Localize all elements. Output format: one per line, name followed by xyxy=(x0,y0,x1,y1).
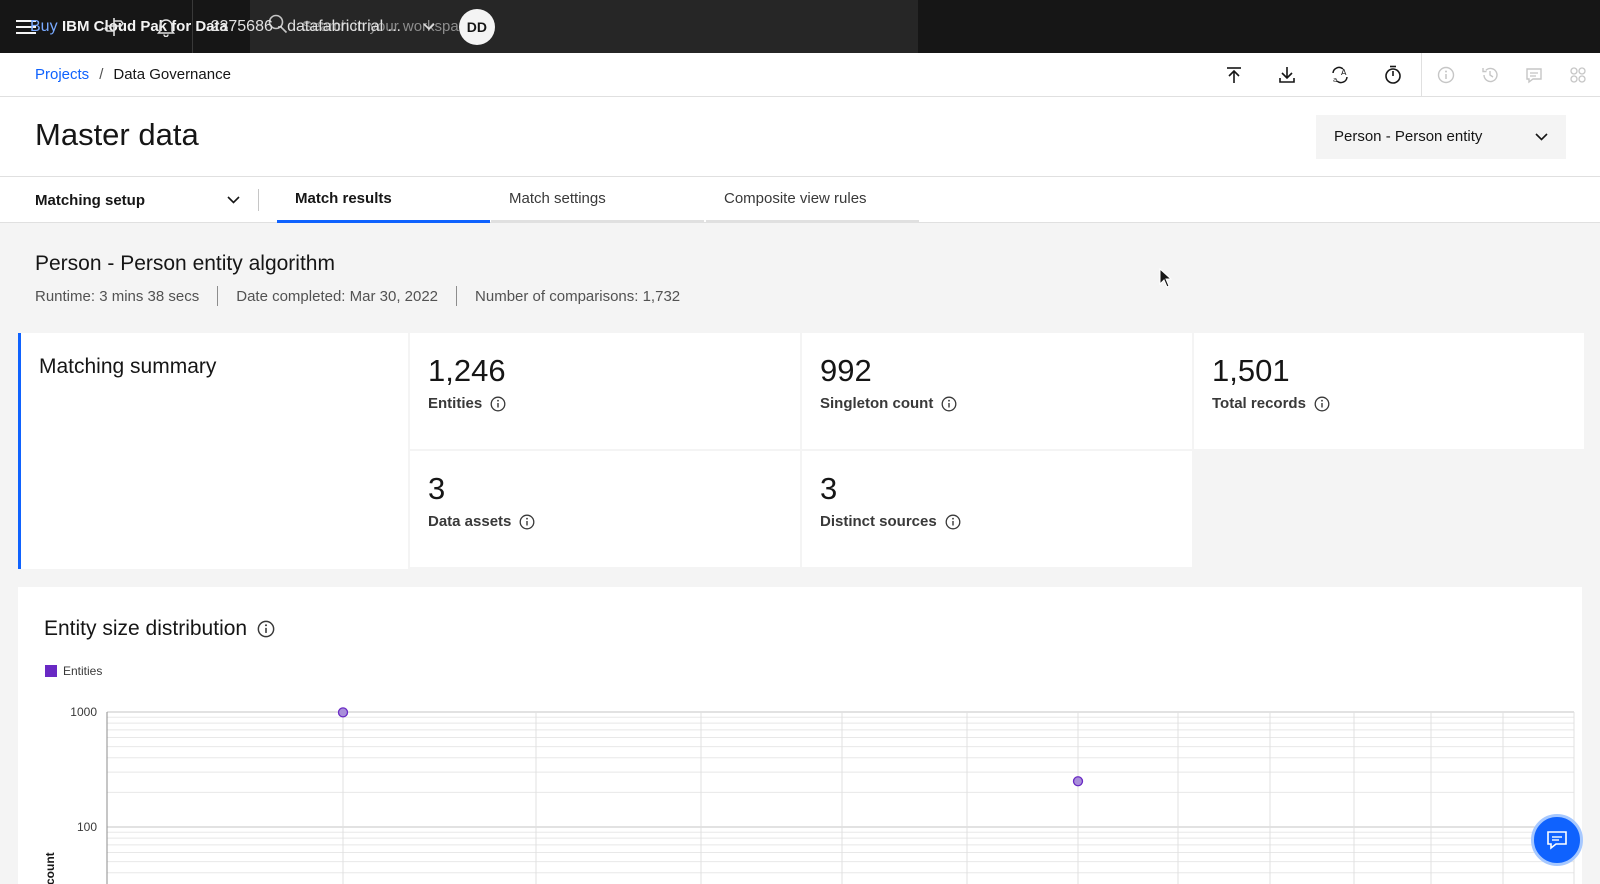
translate-icon[interactable]: aA xyxy=(1313,53,1366,97)
chevron-down-icon xyxy=(1535,132,1548,141)
svg-text:a: a xyxy=(1333,76,1337,84)
tab-match-results[interactable]: Match results xyxy=(277,177,490,223)
stat-tile-entities: 1,246 Entities xyxy=(410,333,800,449)
chat-icon xyxy=(1547,831,1567,850)
runtime-text: Runtime: 3 mins 38 secs xyxy=(35,287,200,305)
history-icon[interactable] xyxy=(1468,53,1512,97)
signpost-icon[interactable] xyxy=(88,0,140,53)
apps-icon[interactable] xyxy=(1556,53,1600,97)
matching-setup-label: Matching setup xyxy=(35,191,146,209)
metadata-divider xyxy=(456,286,458,306)
chevron-down-icon xyxy=(423,22,435,30)
stat-tile-distinct-sources: 3 Distinct sources xyxy=(802,451,1192,567)
stat-label: Distinct sources xyxy=(820,513,937,530)
stat-label: Entities xyxy=(428,395,483,412)
account-switcher[interactable]: 2375686 - datafabrictrial ... xyxy=(191,0,451,53)
matching-summary-card: Matching summary xyxy=(18,333,408,569)
stat-value: 3 xyxy=(428,471,446,506)
breadcrumb-current: Data Governance xyxy=(113,66,231,83)
svg-text:A: A xyxy=(1341,68,1347,77)
info-icon[interactable] xyxy=(519,514,535,530)
matching-summary-title: Matching summary xyxy=(39,355,217,378)
comment-icon[interactable] xyxy=(1512,53,1556,97)
data-point xyxy=(1072,776,1084,787)
stat-tile-total-records: 1,501 Total records xyxy=(1194,333,1584,449)
y-tick-label: 1000 xyxy=(70,705,97,719)
chat-support-button[interactable] xyxy=(1531,814,1583,866)
stat-tile-singleton-count: 992 Singleton count xyxy=(802,333,1192,449)
entity-size-distribution-card: Entity size distribution Entities 1000 10… xyxy=(18,587,1582,884)
stat-value: 3 xyxy=(820,471,838,506)
information-icon[interactable] xyxy=(1424,53,1468,97)
stat-label: Data assets xyxy=(428,513,512,530)
chevron-down-icon xyxy=(227,196,240,204)
breadcrumb-bar: Projects / Data Governance aA xyxy=(0,53,1600,97)
buy-link[interactable]: Buy xyxy=(0,0,88,53)
tab-match-settings[interactable]: Match settings xyxy=(491,177,704,223)
info-icon[interactable] xyxy=(490,396,506,412)
breadcrumb-separator: / xyxy=(99,66,104,83)
toolbar-divider xyxy=(1421,53,1422,97)
entity-size-chart: 1000 100 count xyxy=(43,705,1575,884)
entity-type-dropdown[interactable]: Person - Person entity xyxy=(1316,115,1566,159)
info-icon[interactable] xyxy=(941,396,957,412)
download-icon[interactable] xyxy=(1260,53,1313,97)
y-axis-label: count xyxy=(43,852,57,884)
algorithm-title: Person - Person entity algorithm xyxy=(35,252,335,275)
project-toolbar: aA xyxy=(1207,53,1600,97)
stat-value: 1,246 xyxy=(428,353,506,388)
matching-setup-dropdown[interactable]: Matching setup xyxy=(35,177,240,223)
metadata-divider xyxy=(217,286,219,306)
avatar[interactable]: DD xyxy=(458,8,495,45)
timer-icon[interactable] xyxy=(1366,53,1419,97)
header-actions: Buy 2375686 - datafabrictrial ... DD xyxy=(0,0,509,53)
tabs-divider xyxy=(258,189,259,211)
info-icon[interactable] xyxy=(1314,396,1330,412)
stat-tile-data-assets: 3 Data assets xyxy=(410,451,800,567)
stat-value: 1,501 xyxy=(1212,353,1290,388)
stat-label: Singleton count xyxy=(820,395,934,412)
stat-label: Total records xyxy=(1212,395,1306,412)
date-completed-text: Date completed: Mar 30, 2022 xyxy=(236,287,439,305)
breadcrumb: Projects / Data Governance xyxy=(0,66,231,83)
account-name: 2375686 - datafabrictrial ... xyxy=(210,17,401,35)
tabs-row: Matching setup Match results Match setti… xyxy=(0,177,1600,223)
breadcrumb-projects[interactable]: Projects xyxy=(35,66,89,83)
page-title: Master data xyxy=(35,117,199,152)
entity-type-value: Person - Person entity xyxy=(1334,128,1483,145)
y-tick-label: 100 xyxy=(77,820,97,834)
algorithm-metadata: Runtime: 3 mins 38 secs Date completed: … xyxy=(35,286,680,306)
page-header: Master data Person - Person entity xyxy=(0,97,1600,177)
notification-bell-icon[interactable] xyxy=(140,0,192,53)
info-icon[interactable] xyxy=(945,514,961,530)
data-point xyxy=(337,707,349,718)
mouse-cursor-icon xyxy=(1159,267,1173,293)
tab-composite-view-rules[interactable]: Composite view rules xyxy=(706,177,919,223)
upload-icon[interactable] xyxy=(1207,53,1260,97)
stat-value: 992 xyxy=(820,353,872,388)
comparisons-text: Number of comparisons: 1,732 xyxy=(475,287,681,305)
